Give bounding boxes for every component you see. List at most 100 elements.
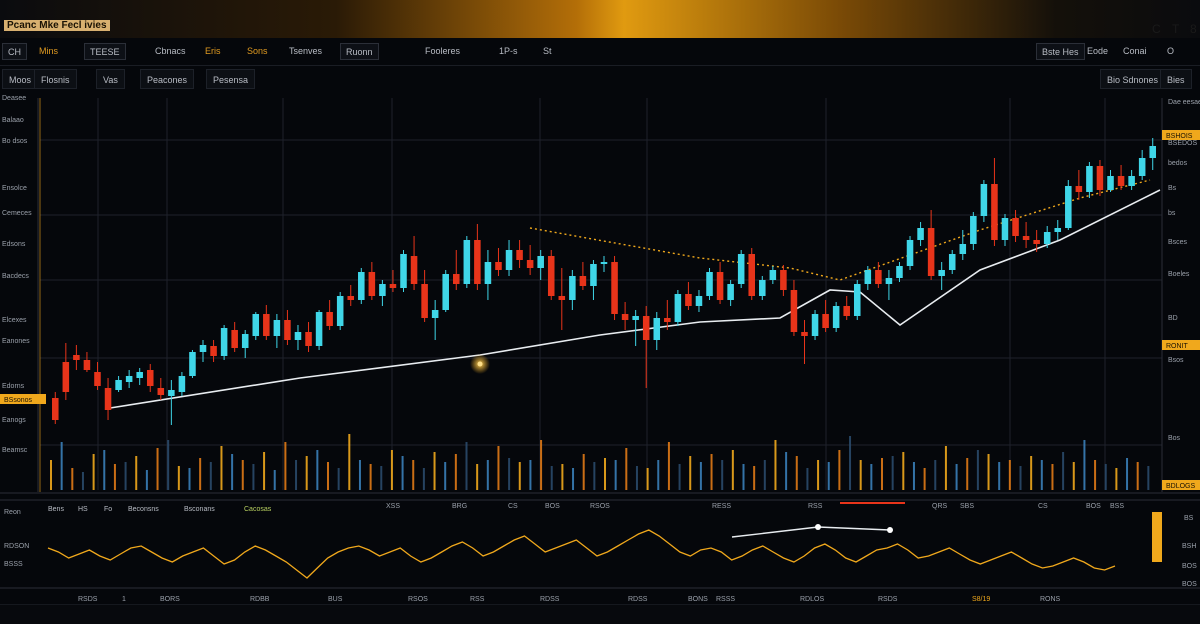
toolbar2-item-3[interactable]: Peacones bbox=[140, 69, 195, 89]
toolbar-item-7[interactable]: Ruonn bbox=[340, 43, 379, 60]
volume-bar bbox=[604, 458, 606, 490]
osc-tick-right: BSH bbox=[1182, 543, 1196, 550]
y-tick-left: Eanones bbox=[2, 338, 30, 345]
volume-bar bbox=[817, 460, 820, 490]
candle-body bbox=[389, 284, 397, 288]
candle-body bbox=[1096, 166, 1104, 190]
volume-bar bbox=[199, 458, 202, 490]
volume-bar bbox=[145, 470, 148, 490]
toolbar-right-2[interactable]: Conai bbox=[1118, 43, 1152, 60]
candle-body bbox=[537, 256, 544, 268]
volume-bar bbox=[849, 436, 852, 490]
price-chart[interactable]: Deasee Balaao Bo dsos Ensolce Cemeces Edsons B… bbox=[0, 92, 1200, 603]
volume-bar bbox=[838, 450, 841, 490]
y-tick-right: Bsos bbox=[1168, 357, 1184, 364]
x-tick-bottom: RSSS bbox=[716, 596, 735, 602]
volume-bar bbox=[422, 468, 425, 490]
oscillator-line bbox=[47, 529, 1116, 579]
y-tick-right: Bs bbox=[1168, 185, 1177, 192]
y-tick-left: Bo dsos bbox=[2, 138, 28, 145]
oscillator-panel: Bens HS Fo Beconsns Bsconans Cacosas Reon RDSON… bbox=[4, 506, 1197, 588]
toolbar-right-1[interactable]: Eode bbox=[1082, 43, 1113, 60]
window-control-c[interactable]: C bbox=[1152, 22, 1161, 36]
candle-body bbox=[1043, 232, 1051, 244]
osc-marker-dot bbox=[887, 527, 893, 533]
toolbar-item-5[interactable]: Sons bbox=[242, 43, 273, 60]
toolbar-item-1[interactable]: Mins bbox=[34, 43, 63, 60]
candle-body bbox=[1138, 158, 1146, 176]
toolbar2-item-1[interactable]: Flosnis bbox=[34, 69, 77, 89]
candle-body bbox=[241, 334, 249, 348]
candle-body bbox=[1065, 186, 1072, 228]
candle-body bbox=[505, 250, 513, 270]
volume-bar bbox=[412, 460, 415, 490]
candle-body bbox=[621, 314, 629, 320]
candle-body bbox=[347, 296, 355, 300]
candle-body bbox=[83, 360, 91, 370]
candle-body bbox=[991, 184, 998, 240]
toolbar2-right-0[interactable]: Bio Sdnones bbox=[1100, 69, 1166, 89]
toolbar2-right-1[interactable]: Bies bbox=[1160, 69, 1192, 89]
volume-bar bbox=[785, 452, 788, 490]
toolbar2-item-0[interactable]: Moos bbox=[2, 69, 39, 89]
toolbar-item-9[interactable]: 1P-s bbox=[494, 43, 523, 60]
candle-body bbox=[210, 346, 217, 356]
volume-bar bbox=[1104, 464, 1107, 490]
x-tick-top: BSS bbox=[1110, 503, 1124, 510]
volume-bar bbox=[1030, 456, 1033, 490]
toolbar-item-6[interactable]: Tsenves bbox=[284, 43, 327, 60]
volume-bar bbox=[859, 460, 862, 490]
volume-bar bbox=[263, 452, 266, 490]
toolbar-item-0[interactable]: CH bbox=[2, 43, 27, 60]
volume-bar bbox=[678, 464, 681, 490]
x-tick-top: BOS bbox=[1086, 503, 1101, 510]
x-tick-top: CS bbox=[1038, 503, 1048, 510]
candle-body bbox=[748, 254, 756, 296]
candle-body bbox=[590, 264, 597, 286]
volume-bar bbox=[1094, 460, 1097, 490]
volume-bar bbox=[572, 468, 575, 490]
toolbar-item-8[interactable]: Fooleres bbox=[420, 43, 465, 60]
chart-area[interactable]: Deasee Balaao Bo dsos Ensolce Cemeces Edsons B… bbox=[0, 92, 1200, 603]
volume-bar bbox=[497, 446, 500, 490]
volume-bar bbox=[1072, 462, 1075, 490]
volume-bar bbox=[710, 454, 713, 490]
candle-body bbox=[970, 216, 977, 244]
x-tick-bottom: RDSS bbox=[628, 596, 648, 602]
status-footer bbox=[0, 604, 1200, 624]
candle-body bbox=[1001, 218, 1009, 240]
volume-bar bbox=[955, 464, 958, 490]
x-tick-bottom: BUS bbox=[328, 596, 343, 602]
y-tick-left: Ensolce bbox=[2, 185, 27, 192]
candle-body bbox=[273, 320, 281, 336]
toolbar2-item-4[interactable]: Pesensa bbox=[206, 69, 256, 89]
volume-bar bbox=[167, 440, 170, 490]
volume-bar bbox=[465, 442, 468, 490]
price-tag-right-label: RONIT bbox=[1166, 343, 1189, 350]
window-control-8[interactable]: 8 bbox=[1190, 22, 1197, 36]
toolbar-item-2[interactable]: TEESE bbox=[84, 43, 126, 60]
candle-body bbox=[62, 362, 70, 392]
volume-bar bbox=[81, 472, 84, 490]
toolbar2-item-2[interactable]: Vas bbox=[96, 69, 125, 89]
candle-body bbox=[336, 296, 344, 326]
volume-bar bbox=[508, 458, 511, 490]
candle-body bbox=[1054, 228, 1062, 232]
toolbar-item-4[interactable]: Eris bbox=[200, 43, 226, 60]
volume-bar bbox=[327, 462, 329, 490]
y-tick-left: Bacdecs bbox=[2, 273, 29, 280]
y-tick-right: bedos bbox=[1168, 160, 1188, 167]
candle-body bbox=[526, 260, 534, 268]
volume-bar bbox=[71, 468, 74, 490]
x-tick-top: RESS bbox=[712, 503, 731, 510]
osc-legend-item: Fo bbox=[104, 506, 112, 513]
x-tick-top: CS bbox=[508, 503, 518, 510]
volume-bar bbox=[635, 466, 638, 490]
toolbar-item-3[interactable]: Cbnacs bbox=[150, 43, 191, 60]
chart-grid bbox=[0, 98, 1200, 589]
toolbar-item-10[interactable]: St bbox=[538, 43, 557, 60]
toolbar-right-0[interactable]: Bste Hes bbox=[1036, 43, 1085, 60]
window-control-t[interactable]: T bbox=[1172, 22, 1179, 36]
toolbar-right-3[interactable]: O bbox=[1162, 43, 1179, 60]
volume-bar bbox=[486, 460, 489, 490]
